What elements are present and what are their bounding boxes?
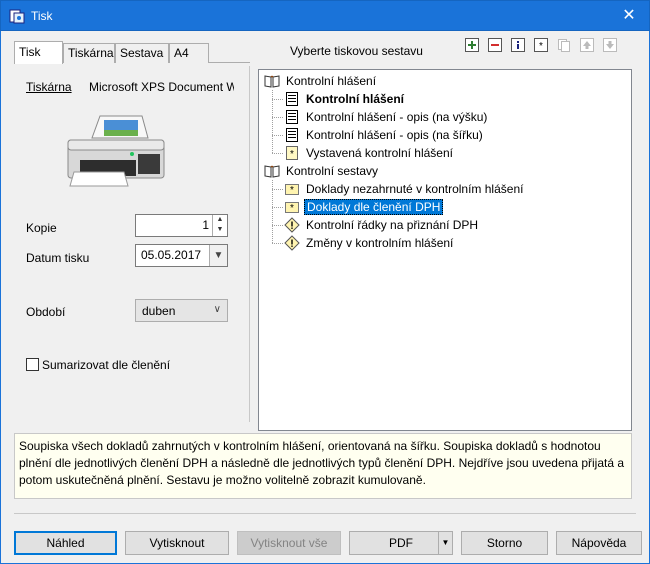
printer-link[interactable]: Tiskárna (26, 80, 72, 94)
pdf-button-label: PDF (389, 536, 413, 550)
spin-buttons[interactable]: ▲ ▼ (212, 215, 227, 236)
tree-connector (272, 117, 284, 118)
panel-separator (249, 66, 250, 422)
tab-a4[interactable]: A4 (169, 43, 209, 63)
tree-connector (272, 153, 284, 154)
footer-separator (14, 513, 636, 514)
document-icon (286, 92, 298, 106)
period-value: duben (142, 304, 176, 318)
warning-icon (284, 217, 300, 233)
close-icon: ✕ (622, 7, 636, 24)
tree-item-label: Vystavená kontrolní hlášení (306, 146, 453, 160)
warning-icon (284, 235, 300, 251)
tree-connector (272, 135, 284, 136)
printer-icon (67, 115, 165, 187)
window-title: Tisk (31, 9, 53, 23)
tree-group-label: Kontrolní sestavy (286, 164, 379, 178)
report-description: Soupiska všech dokladů zahrnutých v kont… (14, 433, 632, 499)
report-tree[interactable]: Kontrolní hlášení Kontrolní hlášení Kont… (258, 69, 632, 431)
copies-label: Kopie (26, 221, 57, 235)
tree-connector (272, 207, 284, 208)
svg-text:*: * (290, 149, 294, 160)
summarize-checkbox[interactable] (26, 358, 39, 371)
spin-up-icon[interactable]: ▲ (213, 215, 227, 225)
tree-group-label: Kontrolní hlášení (286, 74, 377, 88)
preview-button[interactable]: Náhled (14, 531, 117, 555)
spin-down-icon[interactable]: ▼ (213, 225, 227, 235)
tree-item-label: Doklady dle členění DPH (304, 199, 444, 215)
tab-label: Tisk (19, 45, 41, 59)
open-book-icon (264, 165, 280, 178)
close-button[interactable]: ✕ (609, 1, 649, 31)
print-button[interactable]: Vytisknout (125, 531, 229, 555)
calendar-dropdown-icon[interactable]: ▼ (209, 245, 227, 266)
svg-text:*: * (539, 41, 543, 52)
tree-connector (272, 225, 284, 226)
tab-tiskarna[interactable]: Tiskárna (63, 43, 115, 63)
report-header: Vyberte tiskovou sestavu (290, 44, 423, 58)
print-date-value: 05.05.2017 (141, 248, 202, 262)
copies-stepper[interactable]: 1 ▲ ▼ (135, 214, 228, 237)
move-up-icon[interactable] (580, 38, 594, 52)
document-icon (286, 110, 298, 124)
summarize-label[interactable]: Sumarizovat dle členění (42, 358, 170, 372)
tab-label: A4 (174, 46, 189, 60)
tab-tisk[interactable]: Tisk (14, 41, 63, 64)
dropdown-arrow-icon[interactable]: ▼ (438, 532, 452, 554)
copy-icon[interactable] (557, 38, 571, 52)
tree-connector (272, 243, 284, 244)
tree-item-label: Doklady nezahrnuté v kontrolním hlášení (306, 182, 524, 196)
tab-sestava[interactable]: Sestava (115, 43, 169, 63)
open-book-icon (264, 75, 280, 88)
star-folder-icon: * (285, 184, 299, 196)
remove-icon[interactable] (488, 38, 502, 52)
title-bar: Tisk ✕ (0, 0, 650, 31)
move-down-icon[interactable] (603, 38, 617, 52)
tree-item-label: Kontrolní hlášení (306, 92, 405, 106)
tab-label: Sestava (120, 46, 164, 60)
app-icon (9, 9, 25, 24)
tab-label: Tiskárna (68, 46, 114, 60)
add-icon[interactable] (465, 38, 479, 52)
help-button[interactable]: Nápověda (556, 531, 642, 555)
svg-text:*: * (290, 185, 294, 196)
tree-item-label: Kontrolní hlášení - opis (na výšku) (306, 110, 488, 124)
period-select[interactable]: duben ∨ (135, 299, 228, 322)
info-icon[interactable] (511, 38, 525, 52)
tree-item-label: Kontrolní řádky na přiznání DPH (306, 218, 479, 232)
svg-text:*: * (290, 203, 294, 214)
period-label: Období (26, 305, 66, 319)
star-icon[interactable]: * (534, 38, 548, 52)
tree-connector (272, 99, 284, 100)
tree-item-label: Kontrolní hlášení - opis (na šířku) (306, 128, 483, 142)
copies-value: 1 (202, 218, 209, 232)
printer-name: Microsoft XPS Document W (89, 80, 234, 94)
print-date-field[interactable]: 05.05.2017 ▼ (135, 244, 228, 267)
chevron-down-icon: ∨ (213, 304, 221, 315)
tree-item-label: Změny v kontrolním hlášení (306, 236, 454, 250)
star-folder-icon: * (285, 202, 299, 214)
document-icon (286, 128, 298, 142)
tree-connector (272, 189, 284, 190)
cancel-button[interactable]: Storno (461, 531, 548, 555)
star-document-icon: * (286, 146, 298, 160)
pdf-button[interactable]: PDF ▼ (349, 531, 453, 555)
print-date-label: Datum tisku (26, 251, 90, 265)
print-all-button[interactable]: Vytisknout vše (237, 531, 341, 555)
